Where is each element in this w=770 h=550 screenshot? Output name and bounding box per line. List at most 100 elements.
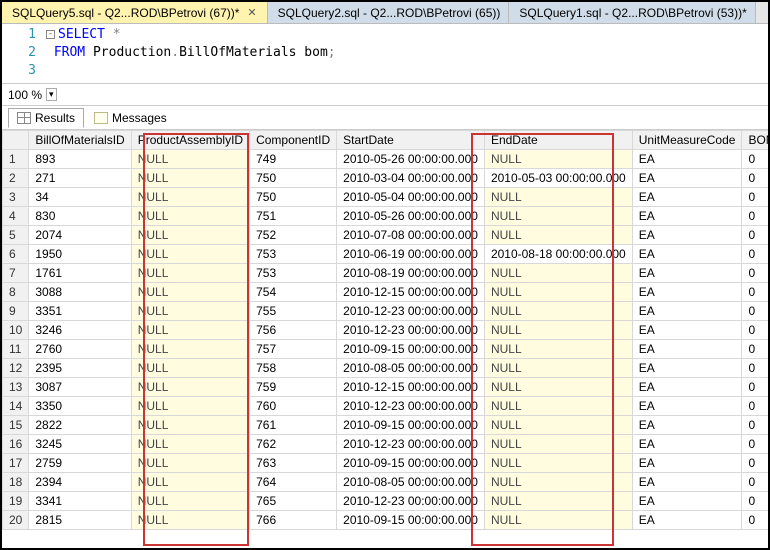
cell[interactable]: NULL — [484, 511, 632, 530]
tab-messages[interactable]: Messages — [86, 109, 175, 127]
cell[interactable]: 3350 — [29, 397, 131, 416]
cell[interactable]: 2010-05-26 00:00:00.000 — [337, 150, 485, 169]
cell[interactable]: 2010-09-15 00:00:00.000 — [337, 511, 485, 530]
cell[interactable]: 2815 — [29, 511, 131, 530]
cell[interactable]: 0 — [742, 226, 768, 245]
cell[interactable]: 2010-12-15 00:00:00.000 — [337, 283, 485, 302]
table-row[interactable]: 1893NULL7492010-05-26 00:00:00.000NULLEA… — [3, 150, 769, 169]
cell[interactable]: 3246 — [29, 321, 131, 340]
cell[interactable]: 0 — [742, 302, 768, 321]
cell[interactable]: 0 — [742, 264, 768, 283]
table-row[interactable]: 52074NULL7522010-07-08 00:00:00.000NULLE… — [3, 226, 769, 245]
cell[interactable]: 759 — [250, 378, 337, 397]
cell[interactable]: 764 — [250, 473, 337, 492]
cell[interactable]: 2760 — [29, 340, 131, 359]
cell[interactable]: 2010-05-03 00:00:00.000 — [484, 169, 632, 188]
cell[interactable]: 2010-05-26 00:00:00.000 — [337, 207, 485, 226]
cell[interactable]: 830 — [29, 207, 131, 226]
cell[interactable]: EA — [632, 416, 742, 435]
file-tab-1[interactable]: SQLQuery2.sql - Q2...ROD\BPetrovi (65)) — [268, 2, 510, 23]
cell[interactable]: 750 — [250, 169, 337, 188]
cell[interactable]: NULL — [484, 492, 632, 511]
cell[interactable]: NULL — [484, 188, 632, 207]
table-row[interactable]: 4830NULL7512010-05-26 00:00:00.000NULLEA… — [3, 207, 769, 226]
cell[interactable]: NULL — [131, 302, 249, 321]
table-row[interactable]: 112760NULL7572010-09-15 00:00:00.000NULL… — [3, 340, 769, 359]
table-row[interactable]: 163245NULL7622010-12-23 00:00:00.000NULL… — [3, 435, 769, 454]
table-row[interactable]: 152822NULL7612010-09-15 00:00:00.000NULL… — [3, 416, 769, 435]
col-header-unitmeasurecode[interactable]: UnitMeasureCode — [632, 131, 742, 150]
table-row[interactable]: 182394NULL7642010-08-05 00:00:00.000NULL… — [3, 473, 769, 492]
zoom-value[interactable]: 100 % — [8, 88, 42, 102]
cell[interactable]: 756 — [250, 321, 337, 340]
cell[interactable]: 750 — [250, 188, 337, 207]
cell[interactable]: NULL — [131, 378, 249, 397]
cell[interactable]: NULL — [484, 150, 632, 169]
cell[interactable]: 2395 — [29, 359, 131, 378]
cell[interactable]: 751 — [250, 207, 337, 226]
cell[interactable]: 2010-08-18 00:00:00.000 — [484, 245, 632, 264]
cell[interactable]: NULL — [484, 454, 632, 473]
cell[interactable]: NULL — [484, 340, 632, 359]
cell[interactable]: 765 — [250, 492, 337, 511]
cell[interactable]: 0 — [742, 207, 768, 226]
cell[interactable]: EA — [632, 169, 742, 188]
cell[interactable]: EA — [632, 454, 742, 473]
cell[interactable]: NULL — [484, 207, 632, 226]
cell[interactable]: 3245 — [29, 435, 131, 454]
cell[interactable]: 3088 — [29, 283, 131, 302]
cell[interactable]: NULL — [131, 511, 249, 530]
cell[interactable]: 0 — [742, 340, 768, 359]
cell[interactable]: 0 — [742, 435, 768, 454]
file-tab-2[interactable]: SQLQuery1.sql - Q2...ROD\BPetrovi (53))* — [509, 2, 755, 23]
cell[interactable]: 749 — [250, 150, 337, 169]
cell[interactable]: 766 — [250, 511, 337, 530]
cell[interactable]: NULL — [131, 340, 249, 359]
cell[interactable]: NULL — [131, 454, 249, 473]
code-area[interactable]: -SELECT * FROM Production.BillOfMaterial… — [42, 24, 340, 83]
cell[interactable]: 1950 — [29, 245, 131, 264]
cell[interactable]: NULL — [484, 321, 632, 340]
cell[interactable]: 0 — [742, 188, 768, 207]
table-row[interactable]: 83088NULL7542010-12-15 00:00:00.000NULLE… — [3, 283, 769, 302]
cell[interactable]: EA — [632, 492, 742, 511]
table-row[interactable]: 202815NULL7662010-09-15 00:00:00.000NULL… — [3, 511, 769, 530]
zoom-dropdown-icon[interactable]: ▾ — [46, 88, 57, 101]
cell[interactable]: NULL — [131, 188, 249, 207]
cell[interactable]: EA — [632, 321, 742, 340]
cell[interactable]: 753 — [250, 245, 337, 264]
tab-results[interactable]: Results — [8, 108, 84, 128]
cell[interactable]: EA — [632, 150, 742, 169]
cell[interactable]: NULL — [484, 397, 632, 416]
cell[interactable]: EA — [632, 397, 742, 416]
cell[interactable]: 271 — [29, 169, 131, 188]
cell[interactable]: 2010-07-08 00:00:00.000 — [337, 226, 485, 245]
cell[interactable]: EA — [632, 435, 742, 454]
table-row[interactable]: 93351NULL7552010-12-23 00:00:00.000NULLE… — [3, 302, 769, 321]
cell[interactable]: NULL — [484, 416, 632, 435]
cell[interactable]: EA — [632, 302, 742, 321]
cell[interactable]: 753 — [250, 264, 337, 283]
cell[interactable]: NULL — [484, 283, 632, 302]
cell[interactable]: 0 — [742, 511, 768, 530]
table-row[interactable]: 61950NULL7532010-06-19 00:00:00.0002010-… — [3, 245, 769, 264]
cell[interactable]: 0 — [742, 492, 768, 511]
cell[interactable]: 2010-12-23 00:00:00.000 — [337, 321, 485, 340]
cell[interactable]: 2010-09-15 00:00:00.000 — [337, 416, 485, 435]
cell[interactable]: NULL — [131, 207, 249, 226]
cell[interactable]: EA — [632, 245, 742, 264]
cell[interactable]: 2759 — [29, 454, 131, 473]
cell[interactable]: 0 — [742, 378, 768, 397]
cell[interactable]: NULL — [484, 378, 632, 397]
results-grid-wrap[interactable]: BillOfMaterialsIDProductAssemblyIDCompon… — [2, 130, 768, 548]
cell[interactable]: 2394 — [29, 473, 131, 492]
cell[interactable]: NULL — [131, 264, 249, 283]
cell[interactable]: 2010-08-05 00:00:00.000 — [337, 359, 485, 378]
cell[interactable]: NULL — [131, 416, 249, 435]
cell[interactable]: 2822 — [29, 416, 131, 435]
cell[interactable]: 0 — [742, 359, 768, 378]
cell[interactable]: 0 — [742, 150, 768, 169]
cell[interactable]: 3351 — [29, 302, 131, 321]
cell[interactable]: 2010-06-19 00:00:00.000 — [337, 245, 485, 264]
cell[interactable]: 2010-05-04 00:00:00.000 — [337, 188, 485, 207]
